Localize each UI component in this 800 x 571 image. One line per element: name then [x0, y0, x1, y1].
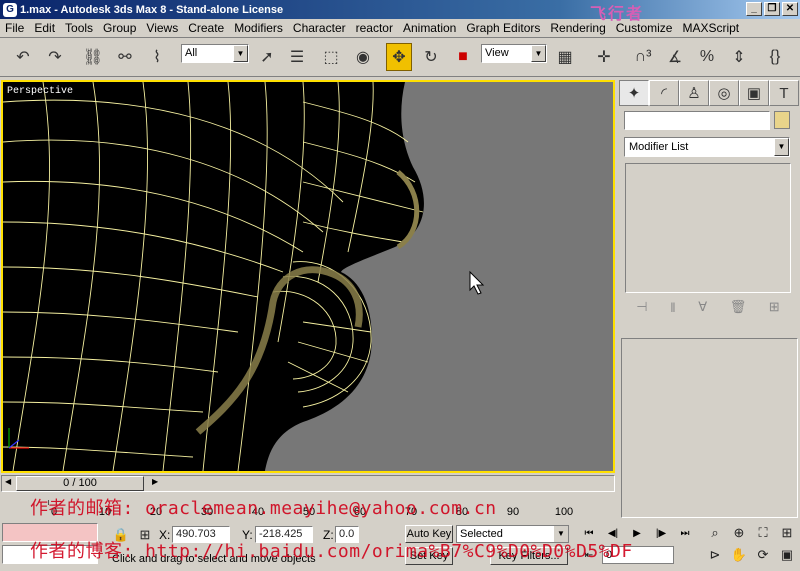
modify-tab[interactable]: ◜: [649, 80, 679, 106]
menu-file[interactable]: File: [0, 21, 29, 35]
tick-label: 100: [554, 506, 574, 518]
command-panel: ✦ ◜ ♙ ◎ ▣ T Modifier List ▼ ⊣ ‖ ∀ 🗑 ⊞: [619, 80, 800, 520]
app-icon[interactable]: G: [3, 2, 17, 17]
parameters-rollout: [621, 338, 798, 518]
remove-modifier-icon[interactable]: 🗑: [730, 299, 747, 315]
angle-snap-icon[interactable]: ∡: [662, 43, 688, 71]
motion-tab[interactable]: ◎: [709, 80, 739, 106]
zoom-extents-all-icon[interactable]: ⊞: [778, 524, 796, 542]
watermark-blog: 作者的博客: http://hi.baidu.com/orima%B7%C9%D…: [30, 541, 633, 562]
next-frame-arrow-icon[interactable]: ▶: [152, 477, 158, 486]
display-tab[interactable]: ▣: [739, 80, 769, 106]
utilities-tab[interactable]: T: [769, 80, 799, 106]
menu-graph-editors[interactable]: Graph Editors: [461, 21, 545, 35]
menu-modifiers[interactable]: Modifiers: [229, 21, 288, 35]
main-toolbar: ↶ ↷ ⛓ ⚯ ⌇ All ▼ ➚ ☰ ⬚ ◉ ✥ ↻ ■ View ▼ ▦ ✛ ∩…: [0, 39, 800, 77]
menu-tools[interactable]: Tools: [60, 21, 98, 35]
spinner-snap-icon[interactable]: ⇕: [726, 43, 752, 71]
go-to-end-icon[interactable]: ⏭: [676, 526, 694, 542]
pivot-icon[interactable]: ▦: [552, 43, 578, 71]
pan-icon[interactable]: ✋: [730, 546, 748, 564]
time-slider-knob[interactable]: 0 / 100: [16, 476, 144, 491]
configure-sets-icon[interactable]: ⊞: [769, 299, 780, 315]
menu-edit[interactable]: Edit: [29, 21, 60, 35]
menu-create[interactable]: Create: [183, 21, 229, 35]
reference-coord-value: View: [485, 47, 509, 59]
chevron-down-icon: ▼: [774, 138, 789, 156]
prev-frame-arrow-icon[interactable]: ◀: [5, 477, 11, 486]
create-tab[interactable]: ✦: [619, 80, 649, 106]
menu-group[interactable]: Group: [98, 21, 141, 35]
time-slider[interactable]: ◀ 0 / 100 ▶: [1, 475, 615, 492]
undo-icon[interactable]: ↶: [10, 43, 36, 71]
hierarchy-tab[interactable]: ♙: [679, 80, 709, 106]
maximize-viewport-icon[interactable]: ▣: [778, 546, 796, 564]
selection-filter-value: All: [185, 47, 198, 59]
zoom-extents-icon[interactable]: ⛶: [754, 524, 772, 542]
manipulate-icon[interactable]: ✛: [591, 43, 617, 71]
title-bar: G 1.max - Autodesk 3ds Max 8 - Stand-alo…: [0, 0, 800, 23]
edit-named-selections-icon[interactable]: {}: [762, 43, 788, 71]
snap-3d-icon[interactable]: ∩³: [630, 43, 656, 71]
arc-rotate-icon[interactable]: ⟳: [754, 546, 772, 564]
chevron-down-icon: ▼: [531, 45, 546, 62]
next-frame-icon[interactable]: |▶: [652, 526, 670, 542]
object-name-field[interactable]: [624, 111, 770, 130]
menu-animation[interactable]: Animation: [398, 21, 461, 35]
modifier-list-label: Modifier List: [629, 141, 689, 153]
modifier-list-select[interactable]: Modifier List ▼: [624, 137, 790, 157]
select-link-icon[interactable]: ⛓: [80, 43, 106, 71]
close-button[interactable]: ✕: [782, 2, 798, 16]
menu-reactor[interactable]: reactor: [351, 21, 398, 35]
menu-character[interactable]: Character: [288, 21, 351, 35]
watermark-email: 作者的邮箱: oraclemean.meayihe@yahoo.com.cn: [30, 498, 497, 519]
perspective-viewport[interactable]: Perspective: [1, 80, 615, 473]
maximize-button[interactable]: ❐: [764, 2, 780, 16]
viewport-label[interactable]: Perspective: [7, 86, 73, 97]
menu-maxscript[interactable]: MAXScript: [677, 21, 744, 35]
tick-label: 90: [506, 506, 520, 518]
select-move-icon[interactable]: ✥: [386, 43, 412, 71]
wireframe-mesh: [3, 82, 485, 471]
chevron-down-icon: ▼: [233, 45, 248, 62]
stack-buttons: ⊣ ‖ ∀ 🗑 ⊞: [625, 296, 791, 318]
selection-region-icon[interactable]: ⬚: [318, 43, 344, 71]
window-crossing-icon[interactable]: ◉: [350, 43, 376, 71]
menu-rendering[interactable]: Rendering: [545, 21, 610, 35]
command-panel-tabs: ✦ ◜ ♙ ◎ ▣ T: [619, 80, 800, 106]
pin-stack-icon[interactable]: ⊣: [636, 299, 647, 315]
menu-customize[interactable]: Customize: [611, 21, 678, 35]
menu-bar: File Edit Tools Group Views Create Modif…: [0, 19, 800, 38]
field-of-view-icon[interactable]: ⊳: [706, 546, 724, 564]
select-rotate-icon[interactable]: ↻: [418, 43, 444, 71]
modifier-stack[interactable]: [625, 163, 791, 293]
select-scale-icon[interactable]: ■: [450, 43, 476, 71]
zoom-icon[interactable]: ⌕: [706, 524, 724, 542]
select-object-icon[interactable]: ➚: [254, 43, 280, 71]
make-unique-icon[interactable]: ∀: [698, 299, 707, 315]
bind-spacewarp-icon[interactable]: ⌇: [144, 43, 170, 71]
menu-views[interactable]: Views: [141, 21, 183, 35]
show-end-result-icon[interactable]: ‖: [670, 300, 675, 315]
mouse-cursor: [469, 270, 485, 295]
unlink-icon[interactable]: ⚯: [112, 43, 138, 71]
zoom-all-icon[interactable]: ⊕: [730, 524, 748, 542]
minimize-button[interactable]: _: [746, 2, 762, 16]
percent-snap-icon[interactable]: %: [694, 43, 720, 71]
object-color-swatch[interactable]: [774, 111, 790, 129]
redo-icon[interactable]: ↷: [42, 43, 68, 71]
selection-filter-select[interactable]: All ▼: [181, 44, 249, 63]
window-title: 1.max - Autodesk 3ds Max 8 - Stand-alone…: [20, 3, 284, 16]
select-by-name-icon[interactable]: ☰: [284, 43, 310, 71]
reference-coord-select[interactable]: View ▼: [481, 44, 547, 63]
